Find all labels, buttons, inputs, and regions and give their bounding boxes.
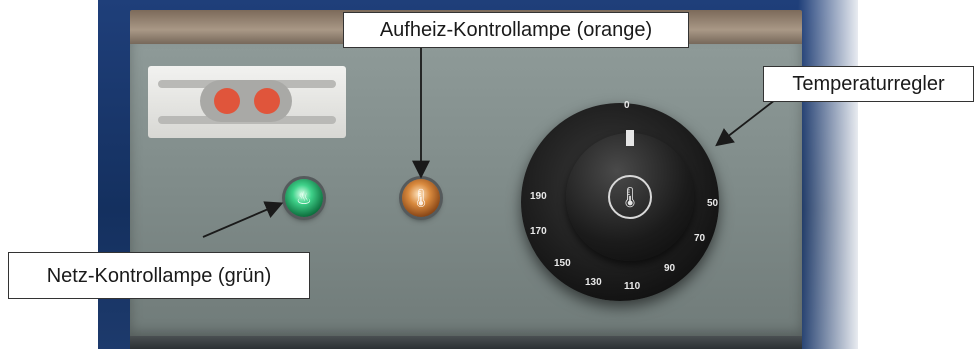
callout-netz: Netz-Kontrollampe (grün) bbox=[8, 252, 310, 299]
callout-temperatur: Temperaturregler bbox=[763, 66, 974, 102]
arrow-netz bbox=[202, 201, 284, 238]
callout-aufheiz: Aufheiz-Kontrollampe (orange) bbox=[343, 12, 689, 48]
arrow-temperatur bbox=[715, 99, 776, 147]
